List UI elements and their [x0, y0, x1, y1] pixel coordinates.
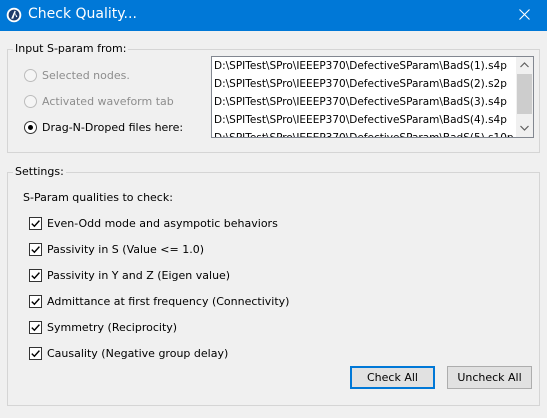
- radio-button[interactable]: [24, 94, 37, 108]
- window-title: Check Quality...: [28, 6, 137, 22]
- radio-button[interactable]: [24, 68, 37, 82]
- radio-activated-waveform-tab[interactable]: Activated waveform tab: [24, 93, 174, 109]
- checkmark-icon: [31, 271, 40, 279]
- checkbox[interactable]: [29, 294, 42, 308]
- scroll-thumb[interactable]: [517, 74, 532, 114]
- check-even-odd-mode[interactable]: Even-Odd mode and asympotic behaviors: [29, 215, 278, 231]
- file-list-item[interactable]: D:\SPITest\SPro\IEEEP370\DefectiveSParam…: [212, 57, 517, 75]
- check-label: Passivity in Y and Z (Eigen value): [47, 268, 231, 282]
- file-list-item[interactable]: D:\SPITest\SPro\IEEEP370\DefectiveSParam…: [212, 75, 517, 93]
- checkmark-icon: [31, 245, 40, 253]
- input-sparam-group: Input S-param from: Selected nodes. Acti…: [7, 42, 540, 153]
- file-list-item[interactable]: D:\SPITest\SPro\IEEEP370\DefectiveSParam…: [212, 93, 517, 111]
- app-logo-icon: [6, 7, 22, 23]
- scroll-up-icon[interactable]: [516, 57, 533, 73]
- check-symmetry[interactable]: Symmetry (Reciprocity): [29, 319, 177, 335]
- radio-button[interactable]: [24, 120, 37, 134]
- uncheck-all-button[interactable]: Uncheck All: [447, 366, 532, 389]
- scroll-down-icon[interactable]: [516, 120, 533, 136]
- checkmark-icon: [31, 219, 40, 227]
- checkbox[interactable]: [29, 268, 42, 282]
- check-label: Admittance at first frequency (Connectiv…: [47, 294, 290, 308]
- checkbox[interactable]: [29, 242, 42, 256]
- file-list-item[interactable]: D:\SPITest\SPro\IEEEP370\DefectiveSParam…: [212, 129, 517, 137]
- checkmark-icon: [31, 297, 40, 305]
- checkmark-icon: [31, 323, 40, 331]
- input-sparam-legend: Input S-param from:: [13, 42, 129, 55]
- checkbox[interactable]: [29, 346, 42, 360]
- check-causality[interactable]: Causality (Negative group delay): [29, 345, 228, 361]
- checkmark-icon: [31, 349, 40, 357]
- check-label: Even-Odd mode and asympotic behaviors: [47, 216, 278, 230]
- radio-selected-nodes[interactable]: Selected nodes.: [24, 67, 130, 83]
- radio-label: Drag-N-Droped files here:: [42, 120, 184, 134]
- check-passivity-yz[interactable]: Passivity in Y and Z (Eigen value): [29, 267, 230, 283]
- file-list-item[interactable]: D:\SPITest\SPro\IEEEP370\DefectiveSParam…: [212, 111, 517, 129]
- close-icon: [518, 8, 530, 23]
- check-label: Symmetry (Reciprocity): [47, 320, 178, 334]
- title-bar: Check Quality...: [0, 0, 547, 31]
- radio-label: Selected nodes.: [42, 68, 130, 82]
- checkbox[interactable]: [29, 320, 42, 334]
- close-button[interactable]: [501, 0, 547, 31]
- checkbox[interactable]: [29, 216, 42, 230]
- radio-label: Activated waveform tab: [42, 94, 174, 108]
- settings-group: Settings: S-Param qualities to check: Ev…: [7, 165, 540, 406]
- qualities-heading: S-Param qualities to check:: [23, 191, 173, 204]
- settings-legend: Settings:: [13, 165, 66, 178]
- radio-drag-n-drop-files[interactable]: Drag-N-Droped files here:: [24, 119, 183, 135]
- check-passivity-s[interactable]: Passivity in S (Value <= 1.0): [29, 241, 204, 257]
- check-admittance[interactable]: Admittance at first frequency (Connectiv…: [29, 293, 289, 309]
- vertical-scrollbar[interactable]: [516, 57, 533, 137]
- file-listbox[interactable]: D:\SPITest\SPro\IEEEP370\DefectiveSParam…: [211, 56, 534, 138]
- check-label: Passivity in S (Value <= 1.0): [47, 242, 204, 256]
- check-label: Causality (Negative group delay): [47, 346, 229, 360]
- check-all-button[interactable]: Check All: [350, 366, 435, 389]
